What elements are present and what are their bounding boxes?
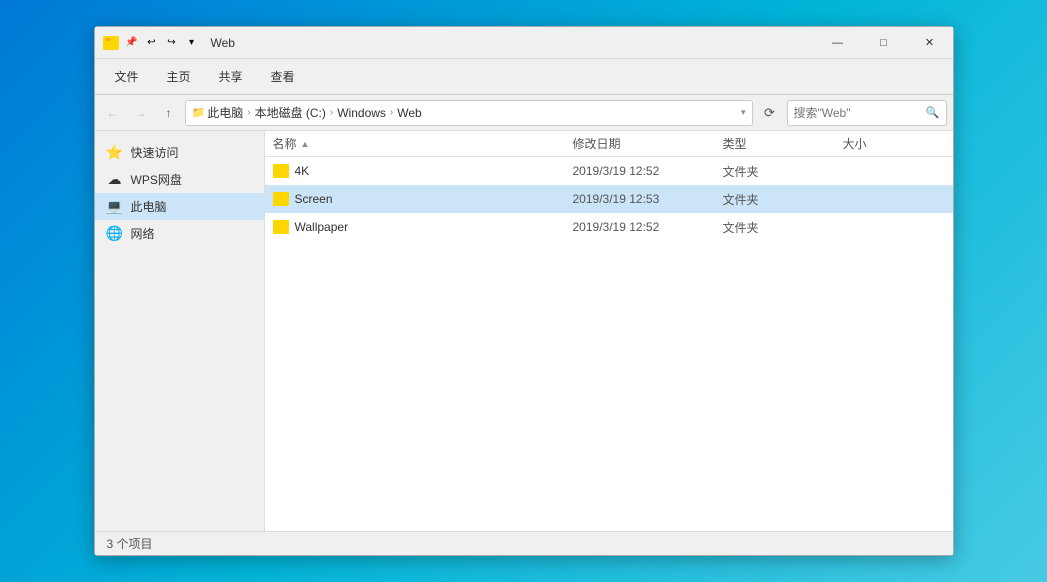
breadcrumb-windows: Windows [337,106,386,120]
redo-icon[interactable]: ↪ [163,34,181,52]
folder-small-icon: 📁 [192,106,206,119]
file-content: 名称 ▲ 修改日期 类型 大小 4K [265,131,953,531]
breadcrumb-drive: 本地磁盘 (C:) [255,104,326,121]
sidebar-item-this-pc[interactable]: 💻 此电脑 [95,193,264,220]
status-bar: 3 个项目 [95,531,953,555]
minimize-button[interactable]: — [815,27,861,59]
col-date-header[interactable]: 修改日期 [565,131,715,156]
window-icon [103,36,119,50]
table-row[interactable]: Wallpaper 2019/3/19 12:52 文件夹 [265,213,953,241]
sep1: › [247,107,250,118]
ribbon: 文件 主页 共享 查看 [95,59,953,95]
main-area: ⭐ 快速访问 ☁ WPS网盘 💻 此电脑 🌐 网络 名称 ▲ [95,131,953,531]
sidebar-item-network[interactable]: 🌐 网络 [95,220,264,247]
address-bar[interactable]: 📁 此电脑 › 本地磁盘 (C:) › Windows › Web ▾ [185,100,753,126]
toolbar: ← → ↑ 📁 此电脑 › 本地磁盘 (C:) › Windows › Web … [95,95,953,131]
explorer-window: 📌 ↩ ↪ ▾ Web — □ ✕ 文件 主页 共享 查看 ← → ↑ 📁 此电… [94,26,954,556]
file-date-wallpaper: 2019/3/19 12:52 [573,220,723,234]
file-type-4k: 文件夹 [723,163,843,180]
file-name-4k: 4K [273,164,573,178]
file-date-screen: 2019/3/19 12:53 [573,192,723,206]
quick-access-toolbar: 📌 ↩ ↪ ▾ [123,34,201,52]
col-size-header[interactable]: 大小 [835,131,935,156]
dropdown-icon[interactable]: ▾ [183,34,201,52]
sep2: › [330,107,333,118]
file-type-wallpaper: 文件夹 [723,219,843,236]
folder-icon [273,192,289,206]
sidebar: ⭐ 快速访问 ☁ WPS网盘 💻 此电脑 🌐 网络 [95,131,265,531]
item-count: 3 个项目 [107,535,153,552]
file-type-screen: 文件夹 [723,191,843,208]
star-icon: ⭐ [107,145,123,161]
tab-home[interactable]: 主页 [155,64,203,89]
table-row[interactable]: Screen 2019/3/19 12:53 文件夹 [265,185,953,213]
sidebar-item-quick-access[interactable]: ⭐ 快速访问 [95,139,264,166]
close-button[interactable]: ✕ [907,27,953,59]
breadcrumb-web: Web [397,106,421,120]
address-dropdown-icon[interactable]: ▾ [741,107,746,118]
undo-icon[interactable]: ↩ [143,34,161,52]
file-date-4k: 2019/3/19 12:52 [573,164,723,178]
file-name-wallpaper: Wallpaper [273,220,573,234]
column-headers: 名称 ▲ 修改日期 类型 大小 [265,131,953,157]
folder-icon [273,164,289,178]
search-icon[interactable]: 🔍 [926,106,940,119]
maximize-button[interactable]: □ [861,27,907,59]
back-button[interactable]: ← [101,101,125,125]
window-title: Web [211,36,235,50]
title-bar-left: 📌 ↩ ↪ ▾ Web [103,34,235,52]
cloud-icon: ☁ [107,172,123,188]
tab-file[interactable]: 文件 [103,64,151,89]
file-name-screen: Screen [273,192,573,206]
sort-arrow-icon: ▲ [301,139,310,149]
tab-share[interactable]: 共享 [207,64,255,89]
folder-icon [273,220,289,234]
table-row[interactable]: 4K 2019/3/19 12:52 文件夹 [265,157,953,185]
tab-view[interactable]: 查看 [259,64,307,89]
forward-button[interactable]: → [129,101,153,125]
file-list: 4K 2019/3/19 12:52 文件夹 Screen 2019/3/19 … [265,157,953,531]
search-input[interactable] [794,106,922,120]
title-bar: 📌 ↩ ↪ ▾ Web — □ ✕ [95,27,953,59]
sidebar-item-wps-cloud[interactable]: ☁ WPS网盘 [95,166,264,193]
breadcrumb-pc: 📁 此电脑 [192,104,244,121]
up-button[interactable]: ↑ [157,101,181,125]
col-name-header[interactable]: 名称 ▲ [265,131,565,156]
window-controls: — □ ✕ [815,27,953,59]
refresh-button[interactable]: ⟳ [757,100,783,126]
sep3: › [390,107,393,118]
search-bar[interactable]: 🔍 [787,100,947,126]
col-type-header[interactable]: 类型 [715,131,835,156]
pin-icon[interactable]: 📌 [123,34,141,52]
network-icon: 🌐 [107,226,123,242]
computer-icon: 💻 [107,199,123,215]
